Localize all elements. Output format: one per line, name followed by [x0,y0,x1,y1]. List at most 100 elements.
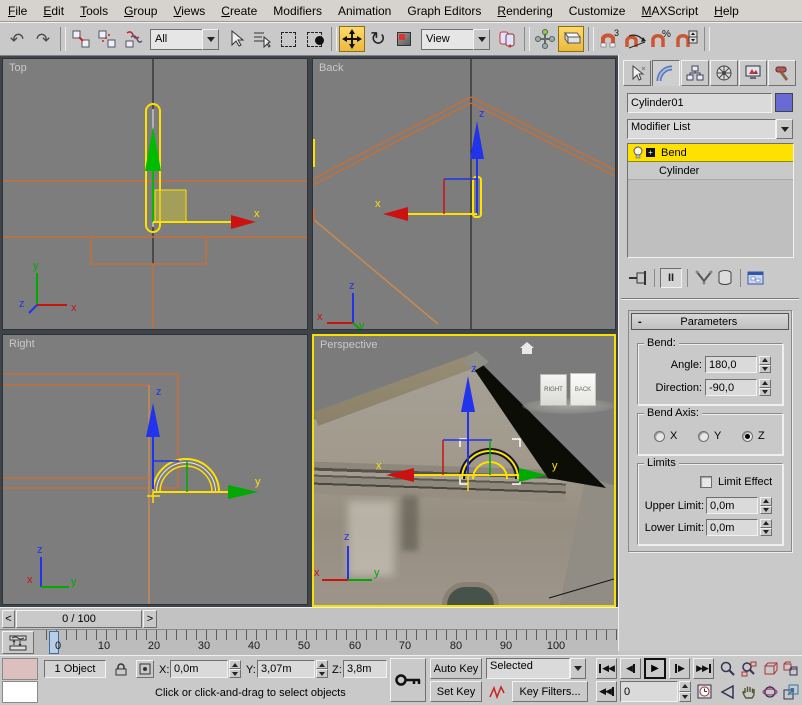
pan-button[interactable] [739,681,759,702]
stack-row-bend[interactable]: + Bend [628,144,793,162]
radio-icon[interactable] [654,431,665,442]
parameters-rollout-header[interactable]: - Parameters [631,313,789,330]
menu-group[interactable]: Group [116,1,165,21]
viewport-back-label[interactable]: Back [319,62,343,74]
chevron-down-icon[interactable] [570,658,586,679]
chevron-down-icon[interactable] [473,29,490,50]
angle-snap-toggle-button[interactable] [622,26,648,52]
zoom-extents-all-button[interactable] [781,658,801,679]
menu-help[interactable]: Help [706,1,747,21]
maximize-viewport-toggle-button[interactable] [781,681,801,702]
spinner-down-icon[interactable] [760,528,772,537]
tab-create[interactable] [623,60,651,86]
move-gizmo[interactable]: x [145,127,260,229]
next-frame-arrow[interactable]: > [143,610,157,628]
frame-spinner[interactable] [679,681,691,702]
spinner-down-icon[interactable] [229,669,241,678]
chevron-down-icon[interactable] [776,119,793,139]
spinner-down-icon[interactable] [316,669,328,678]
selection-lock-toggle[interactable] [112,660,130,678]
collapse-icon[interactable]: - [638,316,642,328]
previous-frame-arrow[interactable]: < [2,610,15,628]
configure-modifier-sets-icon[interactable] [746,269,766,287]
menu-edit[interactable]: Edit [35,1,72,21]
object-color-swatch[interactable] [775,93,793,112]
set-key-button[interactable]: Set Key [430,681,482,702]
bind-to-space-warp-button[interactable] [120,26,146,52]
x-coordinate-field[interactable] [170,660,228,678]
spinner-down-icon[interactable] [679,692,691,703]
snaps-toggle-button[interactable]: 3 [596,26,622,52]
spinner-up-icon[interactable] [679,681,691,692]
lower-limit-field[interactable] [706,519,758,536]
stack-row-cylinder[interactable]: Cylinder [628,162,793,180]
menu-create[interactable]: Create [213,1,265,21]
menu-animation[interactable]: Animation [330,1,399,21]
axis-y-radio[interactable]: Y [698,430,721,442]
menu-maxscript[interactable]: MAXScript [633,1,706,21]
expand-stack-icon[interactable]: + [646,148,655,157]
zoom-extents-button[interactable] [760,658,780,679]
direction-field[interactable] [705,379,757,396]
menu-rendering[interactable]: Rendering [489,1,560,21]
pin-stack-icon[interactable] [627,269,649,287]
go-to-end-button[interactable]: ▶▶ [693,658,714,679]
select-by-name-button[interactable] [249,26,275,52]
limit-effect-row[interactable]: Limit Effect [700,476,772,488]
direction-spinner[interactable] [759,379,771,396]
spinner-down-icon[interactable] [760,506,772,515]
selected-arch-wireframe[interactable] [153,459,219,492]
lightbulb-icon[interactable] [632,146,644,160]
spinner-up-icon[interactable] [759,379,771,388]
z-coordinate-field[interactable] [343,660,387,678]
viewport-back[interactable]: Back z [312,58,616,330]
time-configuration-button[interactable] [694,681,714,702]
select-and-link-button[interactable] [68,26,94,52]
menu-tools[interactable]: Tools [72,1,116,21]
selection-filter-dropdown[interactable]: All [150,29,219,50]
menu-file[interactable]: File [0,1,35,21]
tab-hierarchy[interactable] [681,60,709,86]
move-gizmo[interactable]: z y [146,386,261,503]
current-frame-field[interactable] [620,681,678,702]
zoom-all-button[interactable] [739,658,759,679]
previous-frame-button[interactable]: ◀ [620,658,641,679]
time-slider-thumb[interactable]: 0 / 100 [16,610,142,628]
window-crossing-toggle-button[interactable] [301,26,327,52]
show-end-result-icon[interactable]: II [660,268,682,288]
maxscript-listener-pane[interactable] [2,681,38,703]
select-and-move-button[interactable] [339,26,365,52]
viewport-top-label[interactable]: Top [9,62,27,74]
spinner-up-icon[interactable] [229,660,241,669]
rectangular-selection-region-button[interactable] [275,26,301,52]
absolute-offset-mode-toggle[interactable] [136,660,154,678]
select-and-manipulate-button[interactable] [532,26,558,52]
upper-limit-spinner[interactable] [760,497,772,514]
go-to-start-button[interactable]: ◀◀ [596,658,617,679]
keyboard-shortcut-override-button[interactable] [558,26,584,52]
make-unique-icon[interactable] [693,269,715,287]
key-mode-dropdown[interactable]: Selected [486,658,586,679]
macro-recorder-pane[interactable] [2,658,38,680]
radio-selected-icon[interactable] [742,431,753,442]
field-of-view-button[interactable] [718,681,738,702]
menu-customize[interactable]: Customize [561,1,634,21]
menu-graph-editors[interactable]: Graph Editors [399,1,489,21]
angle-spinner[interactable] [759,356,771,373]
x-coordinate-spinner[interactable] [229,660,241,678]
tab-motion[interactable] [710,60,738,86]
viewport-right[interactable]: Right z [2,334,308,605]
lower-limit-spinner[interactable] [760,519,772,536]
select-and-rotate-button[interactable]: ↻ [365,26,391,52]
y-coordinate-spinner[interactable] [316,660,328,678]
move-gizmo[interactable]: z x y [376,363,558,491]
select-object-button[interactable] [223,26,249,52]
undo-button[interactable]: ↶ [4,26,30,52]
open-mini-curve-editor-button[interactable] [2,631,34,654]
spinner-up-icon[interactable] [759,356,771,365]
key-mode-toggle-button[interactable]: ◀◀ [596,681,617,702]
axis-x-radio[interactable]: X [654,430,677,442]
tab-utilities[interactable] [768,60,796,86]
angle-field[interactable] [705,356,757,373]
tab-modify[interactable] [652,60,680,86]
